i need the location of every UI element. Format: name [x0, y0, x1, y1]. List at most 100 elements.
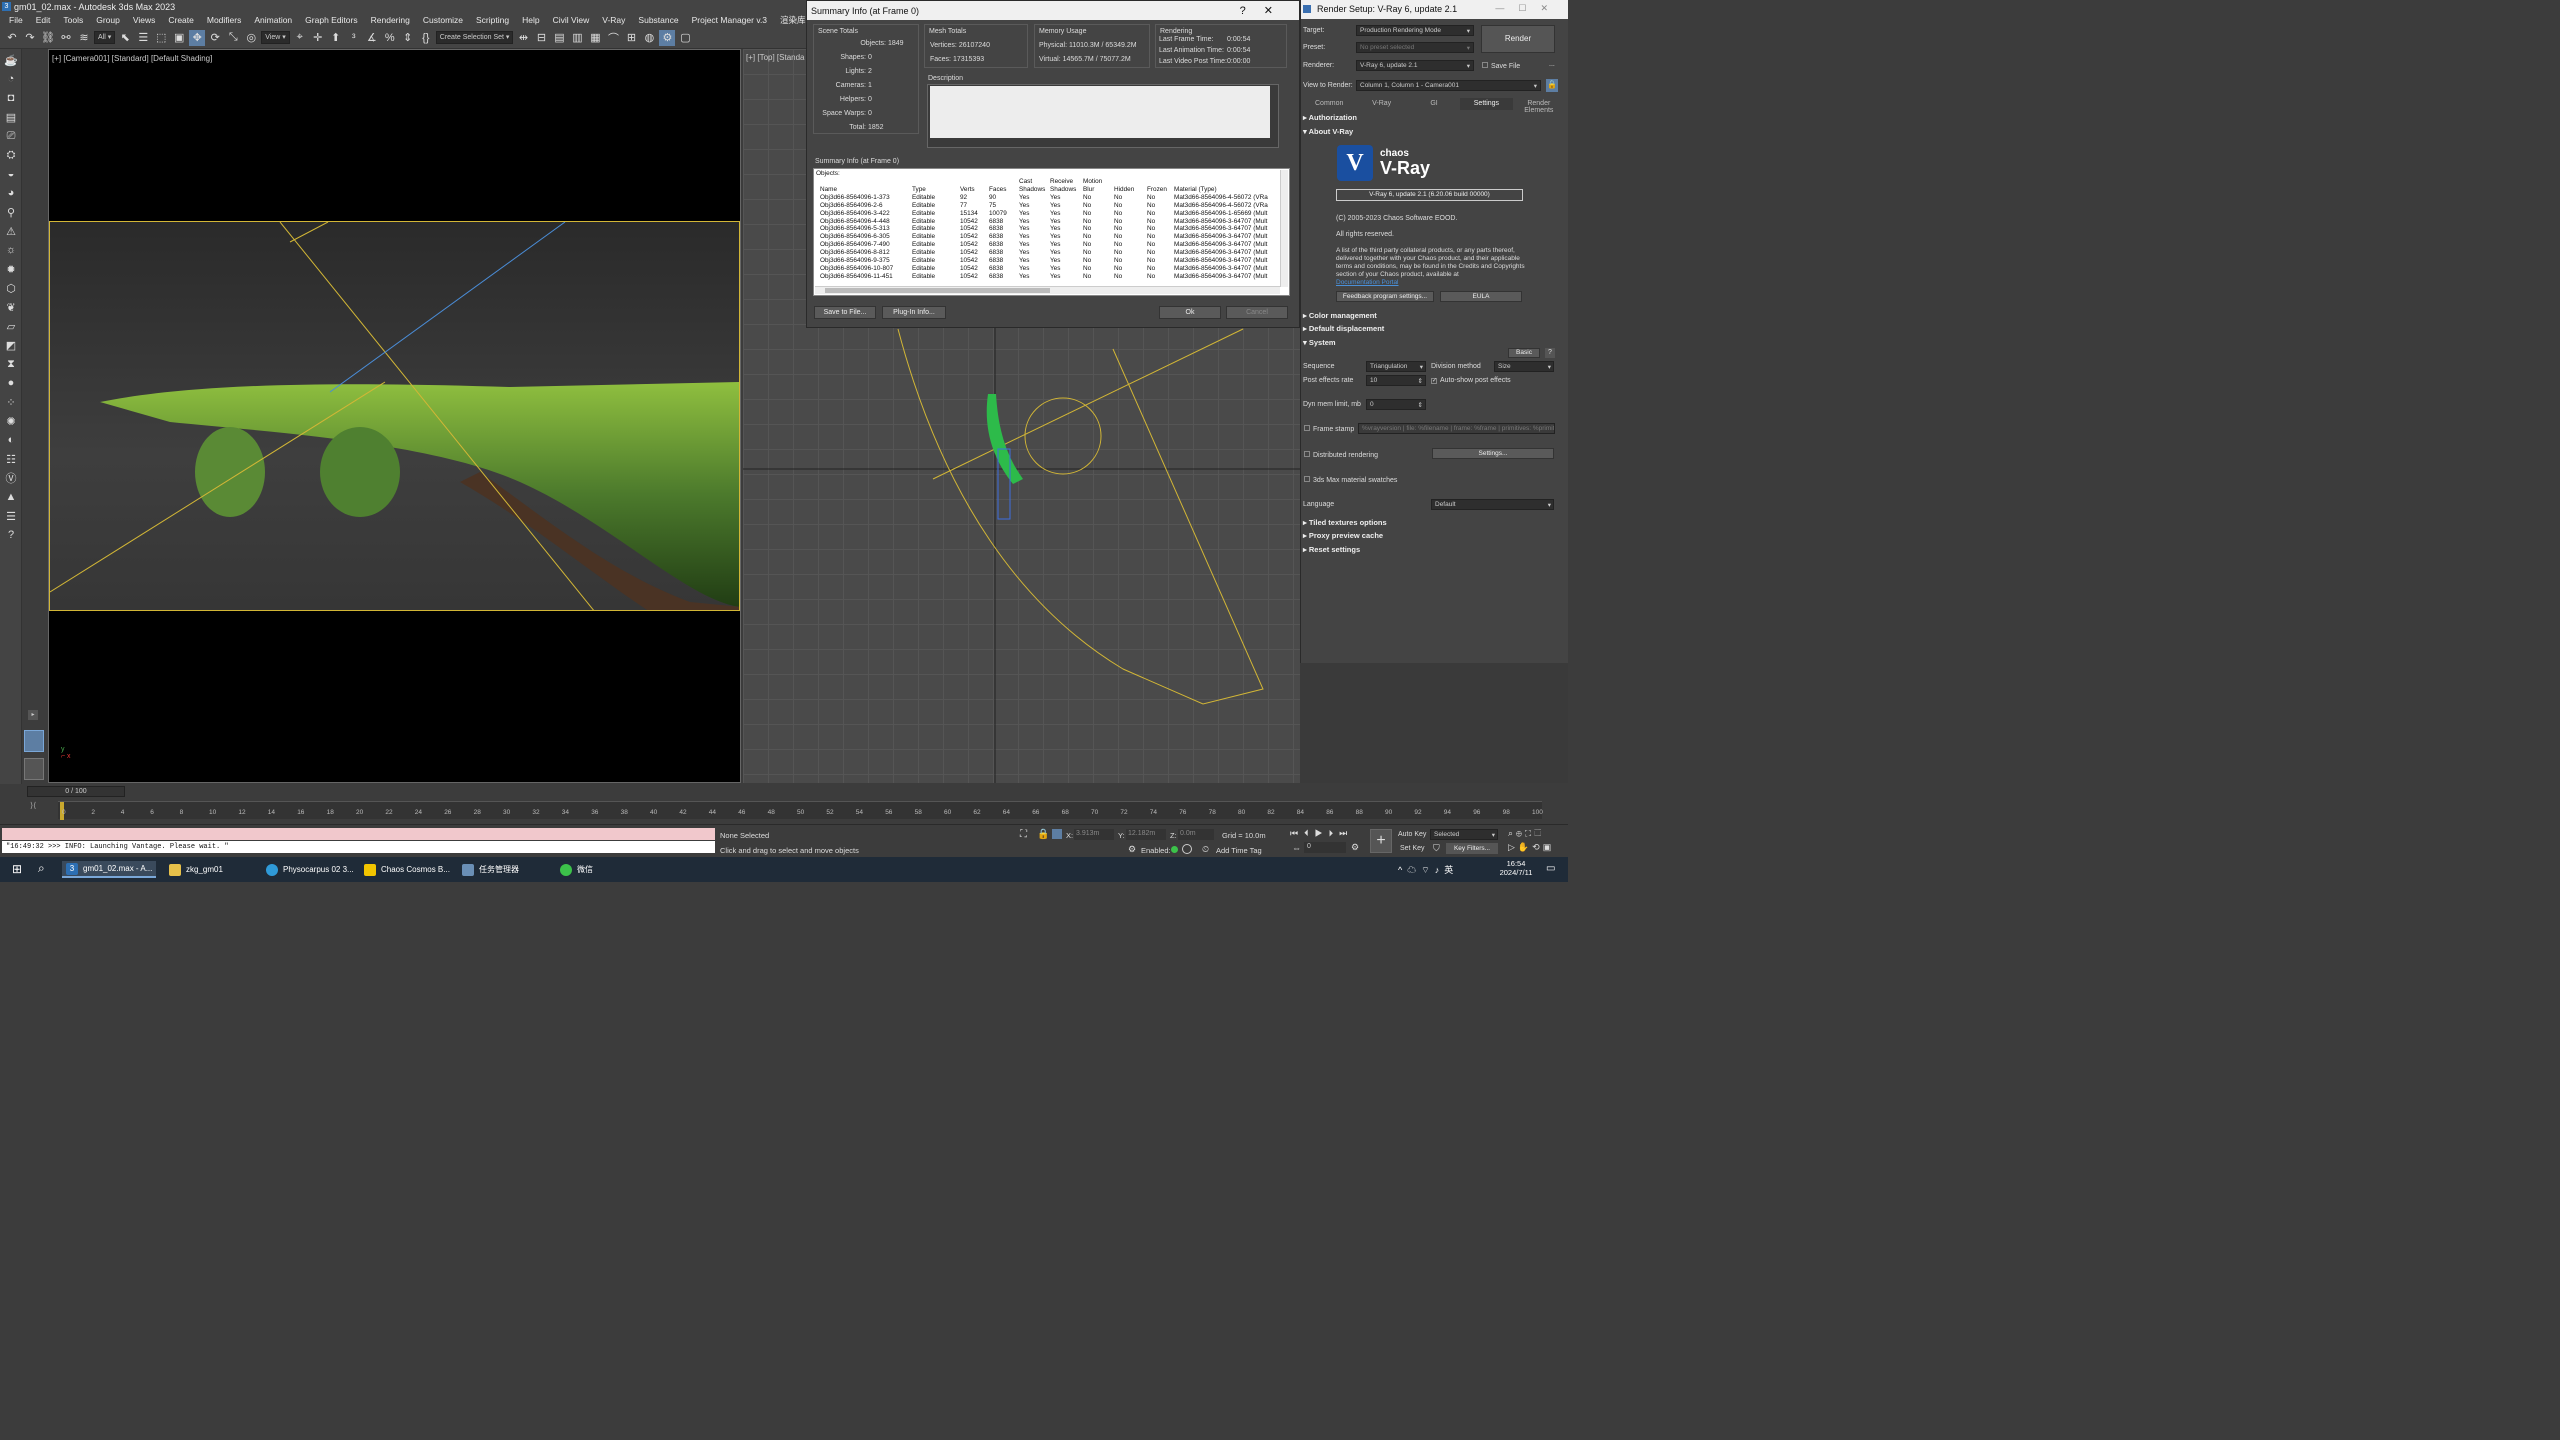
record-icon[interactable] — [1182, 844, 1192, 854]
feedback-settings-button[interactable]: Feedback program settings... — [1336, 291, 1434, 302]
scene-explorer-icon[interactable]: ▤ — [551, 30, 567, 46]
plane-icon[interactable]: ▱ — [2, 318, 20, 334]
vray-logo-icon[interactable]: Ⓥ — [2, 470, 20, 486]
clipper-icon[interactable]: ⧗ — [2, 356, 20, 372]
maximize-viewport-icon[interactable]: ⬚ — [1534, 828, 1544, 838]
col-faces[interactable]: Faces — [987, 178, 1017, 194]
section-default-displacement[interactable]: ▸ Default displacement — [1303, 324, 1384, 333]
sphere-object-icon[interactable]: ● — [2, 375, 20, 391]
maxscript-listener[interactable] — [2, 828, 715, 840]
menu-substance[interactable]: Substance — [632, 15, 685, 25]
sun-icon[interactable]: ☼ — [2, 242, 20, 258]
named-selection-sets-dropdown[interactable]: Create Selection Set ▾ — [435, 31, 514, 44]
tray-ime-icon[interactable]: 英 — [1444, 865, 1458, 875]
menu-create[interactable]: Create — [162, 15, 201, 25]
col-name[interactable]: Name — [818, 178, 910, 194]
prev-frame-icon[interactable]: ⏴ — [1304, 828, 1315, 838]
pivot-center-icon[interactable]: ⌖ — [292, 30, 308, 46]
percent-snap-icon[interactable]: % — [382, 30, 398, 46]
post-effects-rate-spinner[interactable]: 10 ⇕ — [1366, 375, 1426, 386]
table-row[interactable]: Obj3d66-8564096-6-305 Editable 10542 6838 Ye… — [818, 233, 1270, 241]
mirror-icon[interactable]: ⇹ — [515, 30, 531, 46]
camera-icon[interactable]: ◘ — [2, 90, 20, 106]
play-icon[interactable]: ▶ — [1315, 828, 1329, 838]
maxscript-log[interactable]: "16:49:32 >>> INFO: Launching Vantage. P… — [2, 841, 715, 853]
tab-gi[interactable]: GI — [1408, 98, 1460, 110]
list-h-scroll-thumb[interactable] — [825, 288, 1050, 293]
menu-civil-view[interactable]: Civil View — [547, 15, 597, 25]
vray-teapot-icon[interactable]: ☕ — [2, 52, 20, 68]
target-dropdown[interactable]: Production Rendering Mode ▾ — [1356, 25, 1474, 36]
ok-button[interactable]: Ok — [1159, 306, 1221, 319]
section-reset-settings[interactable]: ▸ Reset settings — [1303, 545, 1360, 554]
taskbar-item-edge[interactable]: Physocarpus 02 3... — [262, 861, 354, 878]
taskbar-item-wechat[interactable]: 微信 — [556, 861, 616, 878]
key-filter-icon[interactable]: ⛉ — [1433, 843, 1440, 854]
list-h-scrollbar[interactable] — [815, 286, 1280, 294]
menu-file[interactable]: File — [3, 15, 30, 25]
basic-mode-button[interactable]: Basic — [1508, 348, 1540, 358]
rect-selection-icon[interactable]: ⬚ — [153, 30, 169, 46]
view-to-render-dropdown[interactable]: Column 1, Column 1 - Camera001 ▾ — [1356, 80, 1541, 91]
link-icon[interactable]: ⛓ — [40, 30, 56, 46]
frame-stamp-text[interactable]: %vrayversion | file: %filename | frame: … — [1358, 423, 1555, 434]
menu-edit[interactable]: Edit — [30, 15, 58, 25]
orbit-icon[interactable]: ◔ — [2, 71, 20, 87]
enabled-indicator-icon[interactable] — [1171, 846, 1178, 853]
table-row[interactable]: Obj3d66-8564096-3-422 Editable 15134 10079 Y… — [818, 210, 1270, 218]
track-bar[interactable]: 0 2 4 6 8 10 12 14 16 18 20 22 24 26 28 30 32 34 36 38 40 42 4… — [58, 801, 1543, 820]
spinner-snap-icon[interactable]: ⇕ — [400, 30, 416, 46]
cancel-button[interactable]: Cancel — [1226, 306, 1288, 319]
col-receive-shadows[interactable]: Receive Shadows — [1048, 178, 1081, 194]
tray-volume-icon[interactable]: ♪ — [1435, 865, 1445, 875]
frame-stamp-checkbox[interactable]: Frame stamp — [1304, 425, 1354, 433]
menu-customize[interactable]: Customize — [417, 15, 470, 25]
section-tiled-textures[interactable]: ▸ Tiled textures options — [1303, 518, 1387, 527]
select-manipulate-icon[interactable]: ✛ — [310, 30, 326, 46]
z-coord-field[interactable]: 0.0m — [1178, 829, 1214, 840]
curve-editor-icon[interactable]: ⌒ — [605, 30, 621, 46]
sequence-dropdown[interactable]: Triangulation ▾ — [1366, 361, 1426, 372]
place-icon[interactable]: ◎ — [243, 30, 259, 46]
search-icon[interactable]: ⌕ — [38, 861, 45, 876]
language-dropdown[interactable]: Default ▾ — [1431, 499, 1554, 510]
tray-network-icon[interactable]: ⌔ — [1421, 865, 1434, 875]
goto-end-icon[interactable]: ⏭ — [1339, 828, 1353, 838]
more-options-icon[interactable]: ... — [1549, 61, 1555, 68]
auto-key-button[interactable]: Auto Key — [1398, 831, 1426, 838]
windows-start-icon[interactable]: ⊞ — [12, 862, 22, 876]
section-authorization[interactable]: ▸ Authorization — [1303, 113, 1357, 122]
angle-snap-icon[interactable]: ∡ — [364, 30, 380, 46]
division-method-dropdown[interactable]: Size ▾ — [1494, 361, 1554, 372]
table-row[interactable]: Obj3d66-8564096-9-375 Editable 10542 6838 Ye… — [818, 257, 1270, 265]
maximize-icon[interactable]: ☐ — [1518, 3, 1540, 13]
add-time-tag-button[interactable]: Add Time Tag — [1216, 846, 1262, 855]
col-verts[interactable]: Verts — [958, 178, 987, 194]
col-hidden[interactable]: Hidden — [1112, 178, 1145, 194]
render-frame-icon[interactable]: ▢ — [677, 30, 693, 46]
undo-icon[interactable]: ↶ — [4, 30, 20, 46]
vantage-icon[interactable]: ▲ — [2, 489, 20, 505]
selected-set-dropdown[interactable]: Selected ▾ — [1430, 829, 1498, 840]
next-frame-icon[interactable]: ⏵ — [1329, 828, 1340, 838]
fov-icon[interactable]: ▷ — [1508, 842, 1518, 852]
menu-help[interactable]: Help — [516, 15, 546, 25]
select-object-icon[interactable]: ⬉ — [117, 30, 133, 46]
renderer-dropdown[interactable]: V-Ray 6, update 2.1 ▾ — [1356, 60, 1474, 71]
decal-icon[interactable]: ◩ — [2, 337, 20, 353]
col-cast-shadows[interactable]: Cast Shadows — [1017, 178, 1048, 194]
menu-vray[interactable]: V-Ray — [596, 15, 632, 25]
objects-list[interactable]: Objects: Name Type Verts Faces Cast Shad… — [813, 168, 1290, 296]
plugin-info-button[interactable]: Plug-In Info... — [882, 306, 946, 319]
selection-lock-icon[interactable]: 🔒 — [1037, 829, 1049, 840]
section-color-management[interactable]: ▸ Color management — [1303, 311, 1377, 320]
tab-common[interactable]: Common — [1303, 98, 1355, 110]
bind-space-warp-icon[interactable]: ≋ — [76, 30, 92, 46]
save-file-checkbox[interactable]: Save File — [1482, 62, 1520, 70]
layer-explorer-icon[interactable]: ▥ — [569, 30, 585, 46]
menu-modifiers[interactable]: Modifiers — [201, 15, 248, 25]
table-row[interactable]: Obj3d66-8564096-2-6 Editable 77 75 Yes Yes No N… — [818, 202, 1270, 210]
minimize-icon[interactable]: — — [1495, 3, 1518, 13]
table-row[interactable]: Obj3d66-8564096-1-373 Editable 92 90 Yes Yes N… — [818, 194, 1270, 202]
layout-quad-icon[interactable] — [24, 758, 44, 780]
